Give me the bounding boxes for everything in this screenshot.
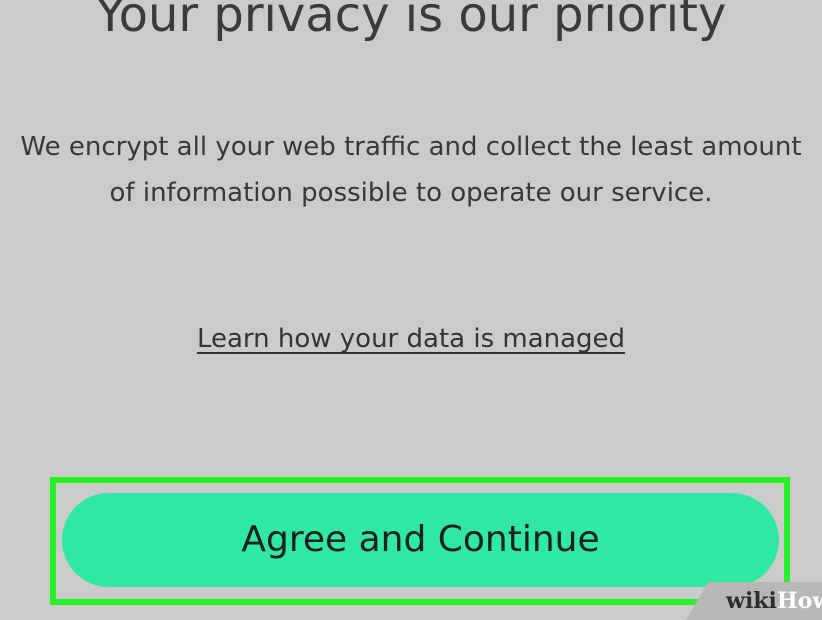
agree-continue-button[interactable]: Agree and Continue — [62, 493, 779, 587]
page-title: Your privacy is our priority — [95, 0, 727, 43]
watermark-wiki-text: wiki — [726, 588, 777, 614]
wikihow-watermark: wikiHow — [686, 582, 822, 620]
learn-data-link[interactable]: Learn how your data is managed — [0, 316, 822, 362]
privacy-description: We encrypt all your web traffic and coll… — [20, 132, 802, 208]
watermark-how-text: How — [776, 588, 822, 614]
